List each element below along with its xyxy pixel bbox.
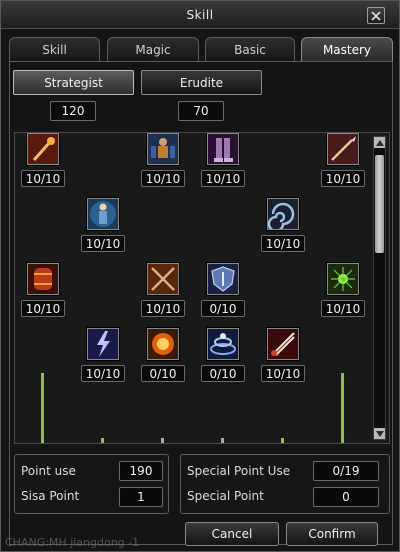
skill-level: 10/10 <box>201 170 245 187</box>
skill-tree: 10/10 10/10 10/10 10/10 10/10 10/10 10/1… <box>14 132 390 444</box>
skill-level: 10/10 <box>261 365 305 382</box>
connector-line <box>161 438 164 443</box>
close-icon <box>371 10 381 21</box>
point-use-label: Point use <box>21 464 76 478</box>
tab-basic[interactable]: Basic <box>205 37 295 61</box>
lightning-icon[interactable] <box>87 328 119 360</box>
chat-line: CHANG:MH jiangdong -1 <box>5 536 140 549</box>
shield-icon[interactable] <box>207 263 239 295</box>
skill-level: 10/10 <box>81 365 125 382</box>
sparkle-icon[interactable] <box>327 263 359 295</box>
aura-figure-icon[interactable] <box>87 198 119 230</box>
connector-line <box>101 438 104 443</box>
special-point-use-value: 0/19 <box>313 461 379 481</box>
close-button[interactable] <box>367 7 385 24</box>
special-point-summary: Special Point Use 0/19 Special Point 0 <box>180 454 390 514</box>
chevron-down-icon <box>375 430 384 437</box>
skill-tree-scrollbar[interactable] <box>373 136 386 440</box>
skill-level: 10/10 <box>141 300 185 317</box>
connector-line <box>341 373 344 443</box>
skill-level: 0/10 <box>201 300 245 317</box>
point-summary: Point use 190 Sisa Point 1 <box>14 454 169 514</box>
mastery-panel: Strategist Erudite 120 70 10/10 10/10 10… <box>9 61 393 546</box>
spear-icon[interactable] <box>327 133 359 165</box>
connector-line <box>281 438 284 443</box>
blades-icon[interactable] <box>267 328 299 360</box>
warrior-figure-icon[interactable] <box>147 133 179 165</box>
skill-level: 0/10 <box>201 365 245 382</box>
tab-magic[interactable]: Magic <box>107 37 199 61</box>
special-point-label: Special Point <box>187 489 264 503</box>
tab-bar: Skill Magic Basic Mastery <box>9 37 393 61</box>
flame-orb-icon[interactable] <box>147 328 179 360</box>
whirlwind-icon[interactable] <box>207 328 239 360</box>
skill-level: 10/10 <box>81 235 125 252</box>
special-point-value: 0 <box>313 487 379 507</box>
scroll-up-arrow[interactable] <box>374 137 385 148</box>
skill-level: 0/10 <box>141 365 185 382</box>
crossed-swords-icon[interactable] <box>147 263 179 295</box>
barrel-icon[interactable] <box>27 263 59 295</box>
skill-level: 10/10 <box>321 300 365 317</box>
sisa-point-value: 1 <box>119 487 163 507</box>
skill-level: 10/10 <box>21 170 65 187</box>
erudite-button[interactable]: Erudite <box>141 70 262 95</box>
skill-level: 10/10 <box>21 300 65 317</box>
title-bar[interactable]: Skill <box>1 1 399 29</box>
tab-mastery[interactable]: Mastery <box>301 37 393 61</box>
connector-line <box>41 373 44 443</box>
sisa-point-label: Sisa Point <box>21 489 80 503</box>
special-point-use-label: Special Point Use <box>187 464 291 478</box>
confirm-button[interactable]: Confirm <box>286 522 378 546</box>
chevron-up-icon <box>375 139 384 146</box>
scroll-down-arrow[interactable] <box>374 428 385 439</box>
point-use-value: 190 <box>119 461 163 481</box>
strategist-button[interactable]: Strategist <box>13 70 134 95</box>
cancel-button[interactable]: Cancel <box>185 522 279 546</box>
vortex-icon[interactable] <box>267 198 299 230</box>
scroll-thumb[interactable] <box>375 155 384 253</box>
tab-skill[interactable]: Skill <box>9 37 100 61</box>
window-title: Skill <box>186 7 214 22</box>
erudite-points: 70 <box>178 101 224 121</box>
armored-legs-icon[interactable] <box>207 133 239 165</box>
skill-level: 10/10 <box>141 170 185 187</box>
strategist-points: 120 <box>50 101 96 121</box>
connector-line <box>221 438 224 443</box>
skill-level: 10/10 <box>321 170 365 187</box>
skill-window: Skill Skill Magic Basic Mastery Strategi… <box>0 0 400 552</box>
skill-level: 10/10 <box>261 235 305 252</box>
torch-staff-icon[interactable] <box>27 133 59 165</box>
